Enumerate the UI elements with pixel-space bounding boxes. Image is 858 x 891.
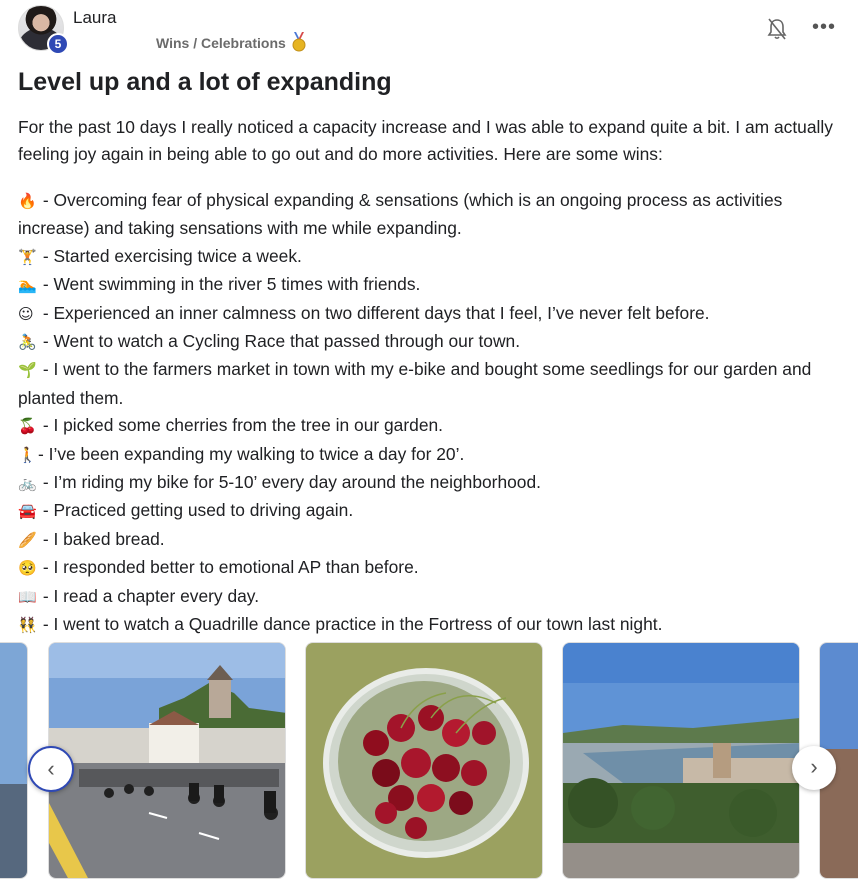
wins-list: 🔥 - Overcoming fear of physical expandin… bbox=[18, 187, 838, 640]
post-title: Level up and a lot of expanding bbox=[18, 68, 392, 96]
gallery-prev-button[interactable]: ‹ bbox=[28, 746, 74, 792]
win-item: 👯 - I went to watch a Quadrille dance pr… bbox=[18, 611, 838, 639]
win-item: 📖 - I read a chapter every day. bbox=[18, 583, 838, 611]
cyclist-icon: 🚴 bbox=[18, 333, 37, 352]
gallery-photo[interactable] bbox=[0, 642, 28, 879]
win-item: ☺ - Experienced an inner calmness on two… bbox=[18, 300, 838, 328]
more-options-button[interactable]: ••• bbox=[812, 17, 836, 38]
dancers-icon: 👯 bbox=[18, 616, 37, 635]
win-item: 🍒 - I picked some cherries from the tree… bbox=[18, 412, 838, 440]
win-item: 🚶- I’ve been expanding my walking to twi… bbox=[18, 441, 838, 469]
bread-icon: 🥖 bbox=[18, 530, 37, 549]
win-item: 🚴 - Went to watch a Cycling Race that pa… bbox=[18, 328, 838, 356]
win-item: 🥺 - I responded better to emotional AP t… bbox=[18, 554, 838, 582]
win-item: 🌱 - I went to the farmers market in town… bbox=[18, 359, 812, 408]
bell-off-icon[interactable] bbox=[766, 17, 788, 41]
seedling-icon: 🌱 bbox=[18, 361, 37, 380]
bicycle-icon: 🚲 bbox=[18, 474, 37, 493]
pleading-face-icon: 🥺 bbox=[18, 559, 37, 578]
medal-icon bbox=[292, 32, 306, 52]
swimmer-icon: 🏊 bbox=[18, 276, 37, 295]
category-label[interactable]: Wins / Celebrations bbox=[156, 35, 286, 51]
gallery-photo-cycling-race[interactable] bbox=[48, 642, 286, 879]
win-item: 🏋 - Started exercising twice a week. bbox=[18, 243, 838, 271]
win-item: 🔥 - Overcoming fear of physical expandin… bbox=[18, 190, 783, 239]
smiling-face-icon: ☺ bbox=[18, 304, 34, 323]
image-gallery bbox=[0, 642, 858, 882]
gallery-photo-river-view[interactable] bbox=[562, 642, 800, 879]
win-item: 🚲 - I’m riding my bike for 5-10’ every d… bbox=[18, 469, 838, 497]
post-intro: For the past 10 days I really noticed a … bbox=[18, 117, 833, 165]
win-item: 🏊 - Went swimming in the river 5 times w… bbox=[18, 271, 838, 299]
fire-icon: 🔥 bbox=[18, 192, 37, 210]
weightlifter-icon: 🏋 bbox=[18, 247, 37, 266]
cherries-icon: 🍒 bbox=[18, 417, 37, 436]
car-icon: 🚘 bbox=[18, 502, 37, 521]
open-book-icon: 📖 bbox=[18, 587, 37, 606]
gallery-photo-cherries[interactable] bbox=[305, 642, 543, 879]
walking-icon: 🚶 bbox=[18, 445, 37, 464]
win-item: 🚘 - Practiced getting used to driving ag… bbox=[18, 497, 838, 525]
gallery-next-button[interactable]: › bbox=[792, 746, 836, 790]
win-item: 🥖 - I baked bread. bbox=[18, 526, 838, 554]
author-name[interactable]: Laura bbox=[73, 8, 116, 28]
level-badge: 5 bbox=[47, 33, 69, 55]
